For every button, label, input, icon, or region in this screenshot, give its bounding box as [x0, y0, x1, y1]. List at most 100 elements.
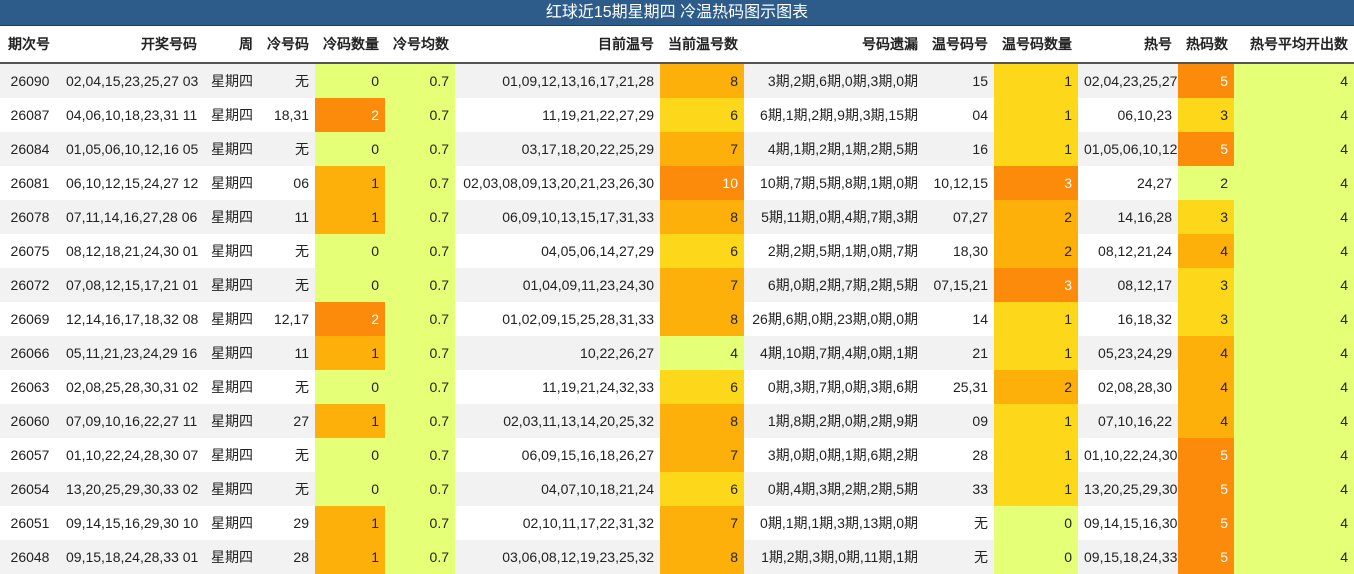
cell-hot-avg: 4 [1234, 63, 1354, 98]
cell-cold-count: 1 [315, 336, 385, 370]
cell-cur-warm: 06,09,10,13,15,17,31,33 [455, 200, 660, 234]
cell-cold-avg: 0.7 [385, 336, 455, 370]
cell-cold: 29 [259, 506, 315, 540]
col-header-miss[interactable]: 号码遗漏 [744, 26, 924, 64]
table-row[interactable]: 26066 05,11,21,23,24,29 16 星期四 11 1 0.7 10,22,… [0, 336, 1354, 370]
cell-warm: 10,12,15 [924, 166, 994, 200]
cell-cold-count: 1 [315, 404, 385, 438]
cell-week: 星期四 [203, 63, 259, 98]
cell-warm: 07,27 [924, 200, 994, 234]
cell-cold-count: 1 [315, 200, 385, 234]
col-header-cold-avg[interactable]: 冷号均数 [385, 26, 455, 64]
table-row[interactable]: 26084 01,05,06,10,12,16 05 星期四无 0 0.7 03,17,1… [0, 132, 1354, 166]
cell-hot: 13,20,25,29,30 [1078, 472, 1178, 506]
table-row[interactable]: 26063 02,08,25,28,30,31 02 星期四无 0 0.7 11,19,2… [0, 370, 1354, 404]
cell-cur-warm: 04,07,10,18,21,24 [455, 472, 660, 506]
table-row[interactable]: 26087 04,06,10,18,23,31 11 星期四 18,31 2 0.7 11,… [0, 98, 1354, 132]
cell-hot: 02,04,23,25,27 [1078, 63, 1178, 98]
cell-cold-count: 2 [315, 302, 385, 336]
cell-cur-warm-count: 6 [660, 98, 744, 132]
col-header-cur-warm[interactable]: 目前温号 [455, 26, 660, 64]
cell-cold: 11 [259, 200, 315, 234]
cell-issue: 26072 [0, 268, 60, 302]
cell-miss: 1期,8期,2期,0期,2期,9期 [744, 404, 924, 438]
cell-miss: 2期,2期,5期,1期,0期,7期 [744, 234, 924, 268]
table-row[interactable]: 26069 12,14,16,17,18,32 08 星期四 12,17 2 0.7 01,… [0, 302, 1354, 336]
cell-miss: 4期,10期,7期,4期,0期,1期 [744, 336, 924, 370]
col-header-warm[interactable]: 温号码号 [924, 26, 994, 64]
cell-cold-avg: 0.7 [385, 302, 455, 336]
cell-cur-warm-count: 8 [660, 540, 744, 574]
cell-cur-warm: 01,04,09,11,23,24,30 [455, 268, 660, 302]
cell-cur-warm-count: 4 [660, 336, 744, 370]
cell-issue: 26087 [0, 98, 60, 132]
col-header-cold[interactable]: 冷号码 [259, 26, 315, 64]
cell-hot: 24,27 [1078, 166, 1178, 200]
cell-cur-warm: 02,10,11,17,22,31,32 [455, 506, 660, 540]
cell-warm: 18,30 [924, 234, 994, 268]
table-row[interactable]: 26048 09,15,18,24,28,33 01 星期四 28 1 0.7 03,06,… [0, 540, 1354, 574]
cell-cold-count: 0 [315, 234, 385, 268]
table-row[interactable]: 26060 07,09,10,16,22,27 11 星期四 27 1 0.7 02,03,… [0, 404, 1354, 438]
cell-hot: 14,16,28 [1078, 200, 1178, 234]
col-header-issue[interactable]: 期次号 [0, 26, 60, 64]
cell-cold-avg: 0.7 [385, 438, 455, 472]
table-row[interactable]: 26081 06,10,12,15,24,27 12 星期四 06 1 0.7 02,03,… [0, 166, 1354, 200]
cell-hot-avg: 4 [1234, 166, 1354, 200]
cell-issue: 26063 [0, 370, 60, 404]
cell-miss: 0期,3期,7期,0期,3期,6期 [744, 370, 924, 404]
cell-cold: 无 [259, 472, 315, 506]
col-header-hot-count[interactable]: 热码数 [1178, 26, 1234, 64]
cell-cold-avg: 0.7 [385, 98, 455, 132]
cell-week: 星期四 [203, 404, 259, 438]
cell-numbers: 04,06,10,18,23,31 11 [60, 98, 203, 132]
cell-cur-warm-count: 8 [660, 404, 744, 438]
cell-issue: 26057 [0, 438, 60, 472]
cell-warm-count: 3 [994, 268, 1078, 302]
col-header-cold-count[interactable]: 冷码数量 [315, 26, 385, 64]
cell-hot: 07,10,16,22 [1078, 404, 1178, 438]
data-table: 期次号 开奖号码 周 冷号码 冷码数量 冷号均数 目前温号 当前温号数 号码遗漏… [0, 26, 1354, 574]
cell-cold-avg: 0.7 [385, 472, 455, 506]
table-row[interactable]: 26072 07,08,12,15,17,21 01 星期四无 0 0.7 01,04,0… [0, 268, 1354, 302]
page-title: 红球近15期星期四 冷温热码图示图表 [0, 0, 1354, 26]
col-header-warm-count[interactable]: 温号码数量 [994, 26, 1078, 64]
cell-issue: 26069 [0, 302, 60, 336]
cell-cold-count: 2 [315, 98, 385, 132]
cell-cold: 无 [259, 234, 315, 268]
cell-cold-count: 0 [315, 438, 385, 472]
cell-cold-avg: 0.7 [385, 540, 455, 574]
cell-hot-avg: 4 [1234, 98, 1354, 132]
cell-hot-avg: 4 [1234, 234, 1354, 268]
col-header-hot-avg[interactable]: 热号平均开出数 [1234, 26, 1354, 64]
cell-warm-count: 1 [994, 336, 1078, 370]
table-row[interactable]: 26057 01,10,22,24,28,30 07 星期四无 0 0.7 06,09,1… [0, 438, 1354, 472]
cell-hot-avg: 4 [1234, 200, 1354, 234]
col-header-numbers[interactable]: 开奖号码 [60, 26, 203, 64]
cell-cur-warm: 01,09,12,13,16,17,21,28 [455, 63, 660, 98]
cell-week: 星期四 [203, 336, 259, 370]
table-row[interactable]: 26075 08,12,18,21,24,30 01 星期四无 0 0.7 04,05,0… [0, 234, 1354, 268]
cell-warm: 21 [924, 336, 994, 370]
cell-warm-count: 1 [994, 132, 1078, 166]
cell-week: 星期四 [203, 268, 259, 302]
cell-hot-avg: 4 [1234, 370, 1354, 404]
col-header-hot[interactable]: 热号 [1078, 26, 1178, 64]
cell-cold: 无 [259, 370, 315, 404]
cell-week: 星期四 [203, 302, 259, 336]
cell-numbers: 01,10,22,24,28,30 07 [60, 438, 203, 472]
cell-cur-warm: 03,06,08,12,19,23,25,32 [455, 540, 660, 574]
cell-miss: 0期,4期,3期,2期,2期,5期 [744, 472, 924, 506]
table-row[interactable]: 26054 13,20,25,29,30,33 02 星期四无 0 0.7 04,07,1… [0, 472, 1354, 506]
cell-cold-avg: 0.7 [385, 268, 455, 302]
col-header-week[interactable]: 周 [203, 26, 259, 64]
cell-week: 星期四 [203, 472, 259, 506]
table-row[interactable]: 26078 07,11,14,16,27,28 06 星期四 11 1 0.7 06,09,… [0, 200, 1354, 234]
cell-week: 星期四 [203, 234, 259, 268]
cell-hot-avg: 4 [1234, 132, 1354, 166]
table-row[interactable]: 26090 02,04,15,23,25,27 03 星期四无 0 0.7 01,09,1… [0, 63, 1354, 98]
col-header-cur-warm-count[interactable]: 当前温号数 [660, 26, 744, 64]
cell-warm: 16 [924, 132, 994, 166]
cell-warm: 14 [924, 302, 994, 336]
table-row[interactable]: 26051 09,14,15,16,29,30 10 星期四 29 1 0.7 02,10,… [0, 506, 1354, 540]
